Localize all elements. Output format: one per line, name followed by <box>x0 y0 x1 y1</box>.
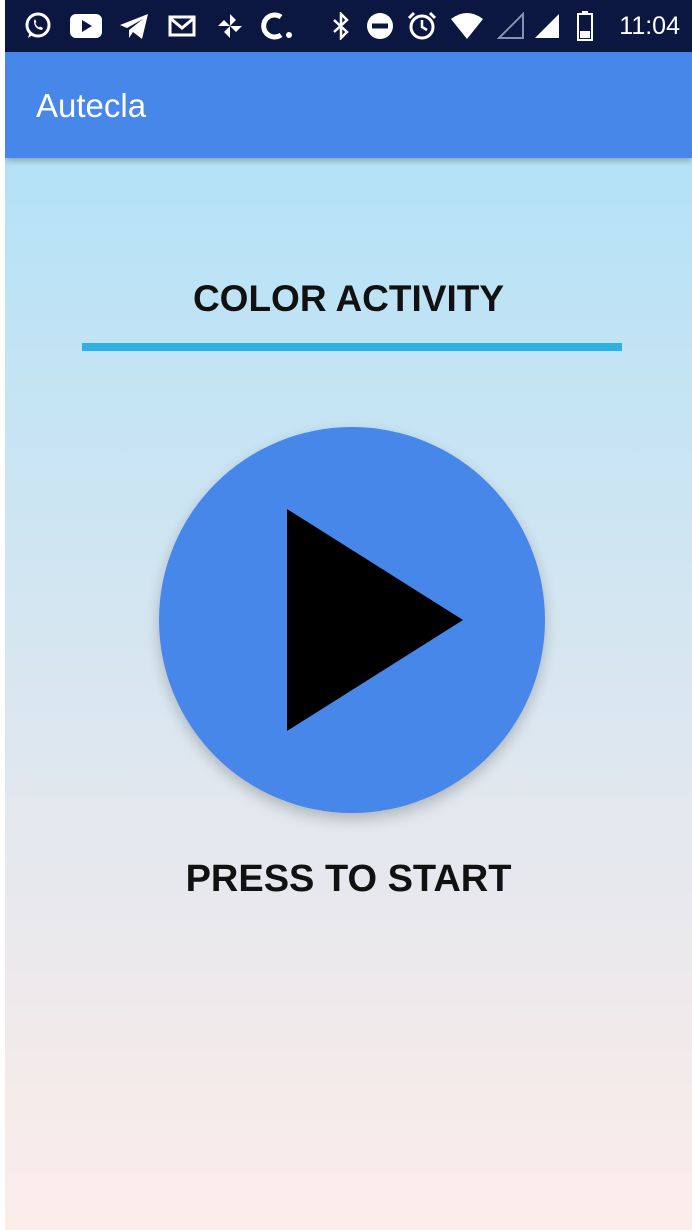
app-bar: Autecla <box>5 52 692 158</box>
youtube-icon <box>69 10 103 42</box>
main-content: COLOR ACTIVITY PRESS TO START <box>5 158 692 1230</box>
whatsapp-icon <box>21 10 55 42</box>
mail-icon <box>165 10 199 42</box>
c-icon <box>257 10 297 42</box>
title-underline <box>82 343 622 351</box>
signal-icon <box>531 10 563 42</box>
play-icon <box>287 509 463 731</box>
signal-empty-icon <box>495 10 527 42</box>
play-button[interactable] <box>159 427 545 813</box>
battery-icon <box>575 10 595 42</box>
wifi-icon <box>449 10 485 42</box>
telegram-icon <box>117 10 151 42</box>
activity-title: COLOR ACTIVITY <box>192 278 505 319</box>
alarm-icon <box>405 10 439 42</box>
status-bar-time: 11:04 <box>619 12 680 40</box>
app-title: Autecla <box>36 87 147 124</box>
phone-screen: 11:04 Autecla COLOR ACTIVITY PRESS TO ST… <box>5 0 692 1230</box>
status-bar: 11:04 <box>5 0 692 52</box>
bluetooth-icon <box>327 10 355 42</box>
pinwheel-icon <box>213 10 247 42</box>
do-not-disturb-icon <box>363 10 397 42</box>
press-to-start-label: PRESS TO START <box>185 858 512 900</box>
